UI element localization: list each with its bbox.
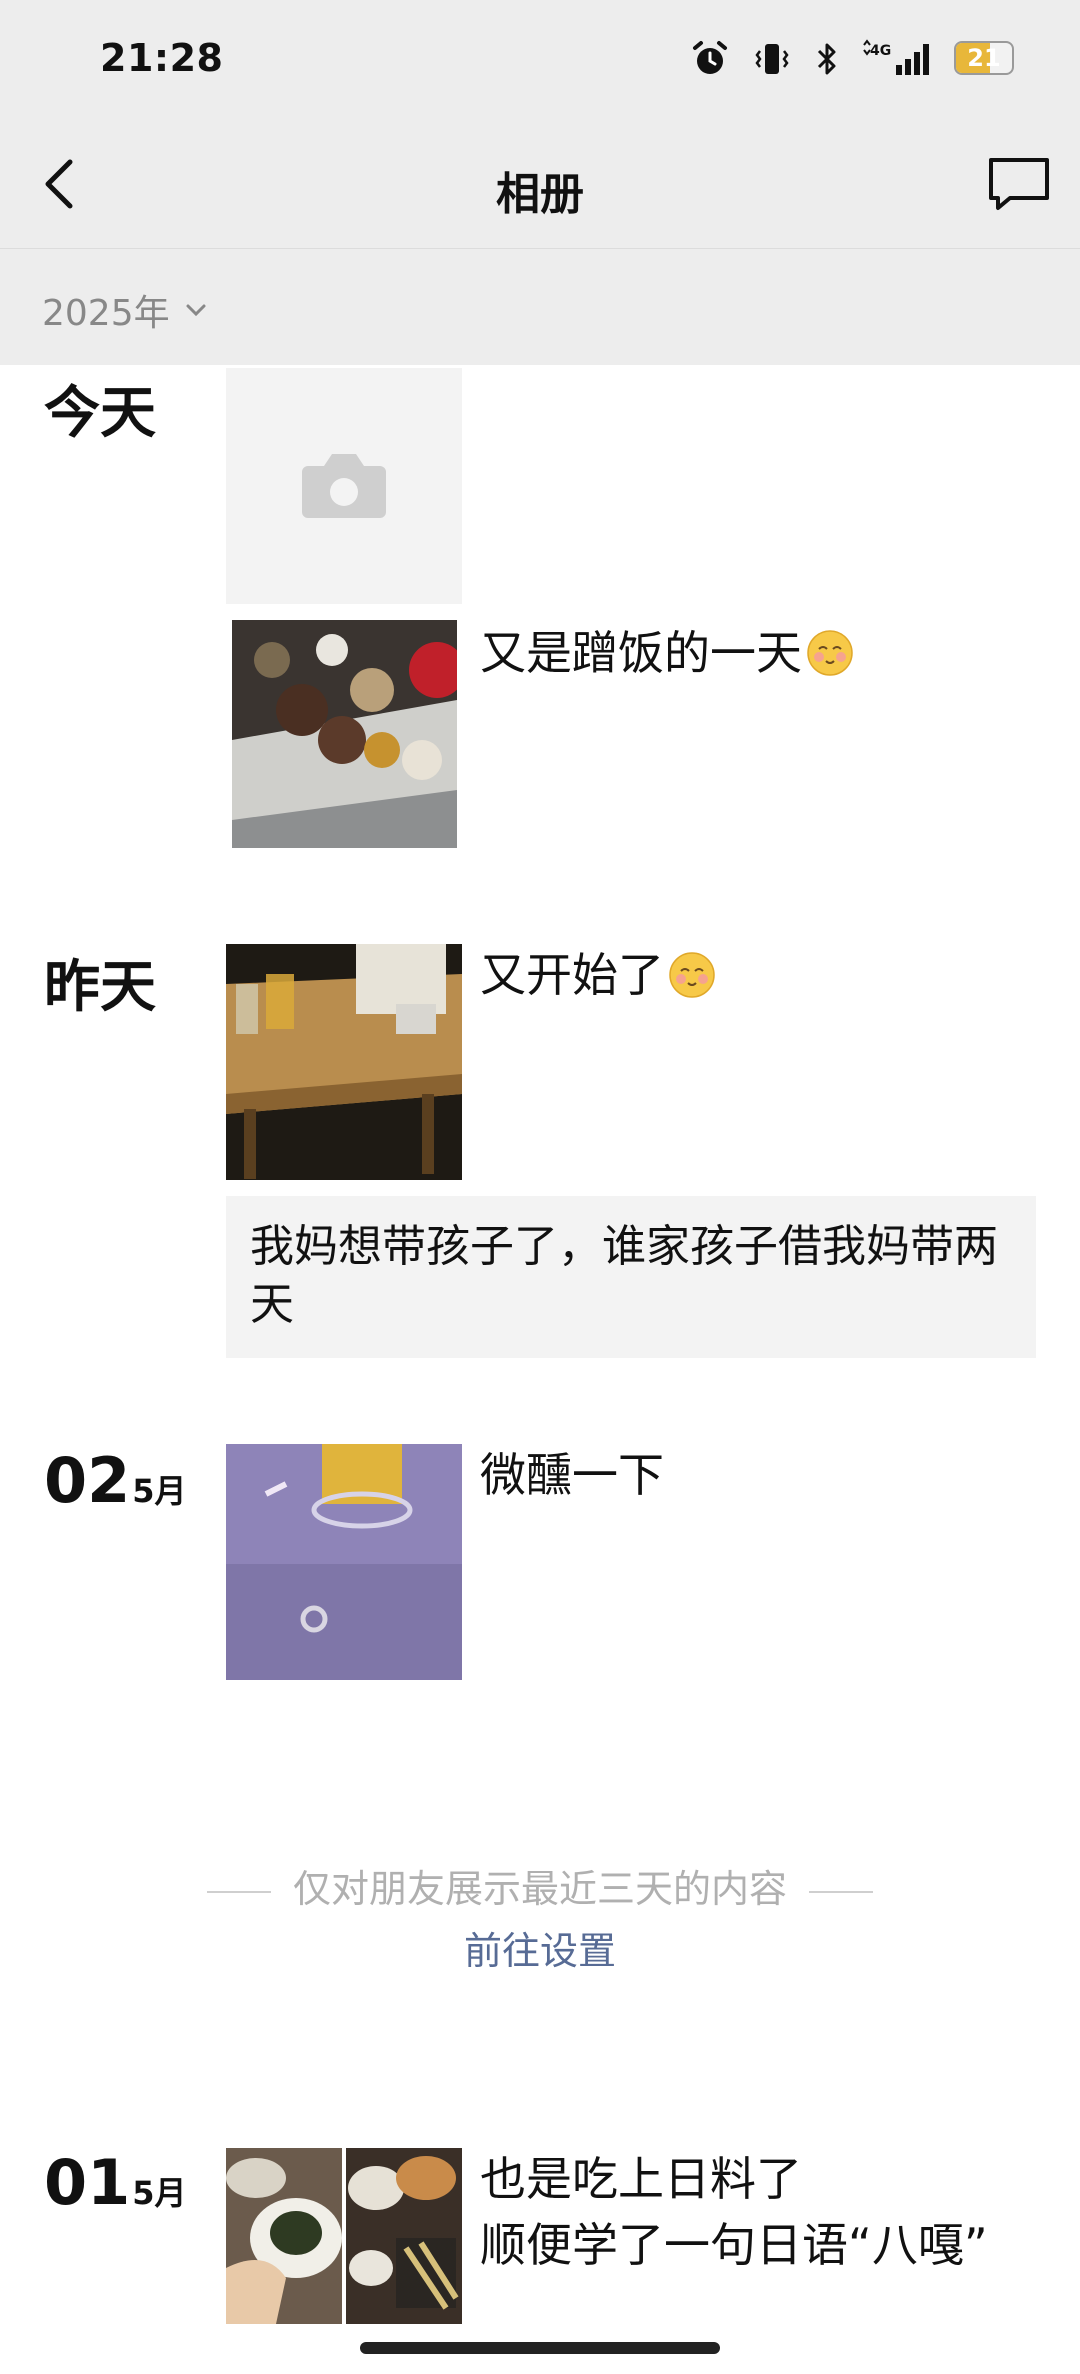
date-label-yesterday: 昨天: [44, 955, 156, 1020]
page-title: 相册: [496, 169, 584, 220]
go-to-settings-label: 前往设置: [463, 1929, 616, 1973]
post-caption: 也是吃上日料了 顺便学了一句日语“八嘎”: [480, 2146, 988, 2278]
top-bar: 21:28 4G 21 相册 2025年: [0, 0, 1080, 365]
post-photo-beer-glass[interactable]: [226, 1444, 462, 1680]
post-photo-sushi-plate[interactable]: [226, 2148, 342, 2324]
status-bar: 21:28 4G 21: [0, 0, 1080, 120]
divider-line: [206, 1890, 271, 1893]
smiling-face-emoji-icon: [807, 630, 853, 676]
visibility-notice: 仅对朋友展示最近三天的内容: [0, 1858, 1080, 1913]
visibility-notice-text: 仅对朋友展示最近三天的内容: [292, 1867, 787, 1911]
post-caption: 又开始了: [480, 944, 716, 1006]
battery-icon: 21: [954, 41, 1020, 77]
status-time: 21:28: [100, 36, 224, 80]
camera-icon: [302, 454, 386, 518]
svg-text:4G: 4G: [870, 43, 891, 59]
post-photo-wooden-table[interactable]: [226, 944, 462, 1180]
post-caption: 又是蹭饭的一天: [480, 622, 854, 684]
vibrate-icon: [755, 44, 789, 74]
divider-line: [809, 1890, 873, 1893]
add-photo-placeholder[interactable]: [226, 368, 462, 604]
date-label-may-02: 025月: [44, 1444, 187, 1517]
alarm-icon: [693, 41, 727, 74]
year-filter[interactable]: 2025年: [42, 284, 208, 336]
go-to-settings-link[interactable]: 前往设置: [0, 1920, 1080, 1975]
date-label-may-01: 015月: [44, 2146, 187, 2219]
smiling-face-emoji-icon: [669, 952, 715, 998]
text-post-card[interactable]: 我妈想带孩子了，谁家孩子借我妈带两天: [226, 1196, 1036, 1358]
text-post-content: 我妈想带孩子了，谁家孩子借我妈带两天: [250, 1221, 998, 1330]
home-indicator[interactable]: [360, 2342, 720, 2354]
bluetooth-icon: [817, 43, 836, 75]
message-icon[interactable]: [986, 154, 1052, 214]
date-month: 5月: [132, 1472, 187, 1510]
post-caption-line-2: 顺便学了一句日语“八嘎”: [480, 2218, 988, 2272]
year-label: 2025年: [42, 293, 170, 334]
nav-bar: 相册: [0, 120, 1080, 249]
post-photo-dinner-table[interactable]: [232, 620, 457, 848]
cellular-4g-icon: 4G: [863, 39, 929, 75]
post-caption-line-1: 也是吃上日料了: [480, 2152, 802, 2206]
status-icons: 4G 21: [690, 34, 1020, 84]
battery-level: 21: [967, 44, 1001, 72]
date-label-today: 今天: [44, 381, 156, 446]
post-photo-grilled-skewers[interactable]: [346, 2148, 462, 2324]
post-caption: 微醺一下: [480, 1448, 664, 1502]
date-day: 02: [44, 1444, 131, 1517]
chevron-down-icon: [186, 304, 206, 317]
date-day: 01: [44, 2146, 131, 2219]
date-month: 5月: [132, 2174, 187, 2212]
